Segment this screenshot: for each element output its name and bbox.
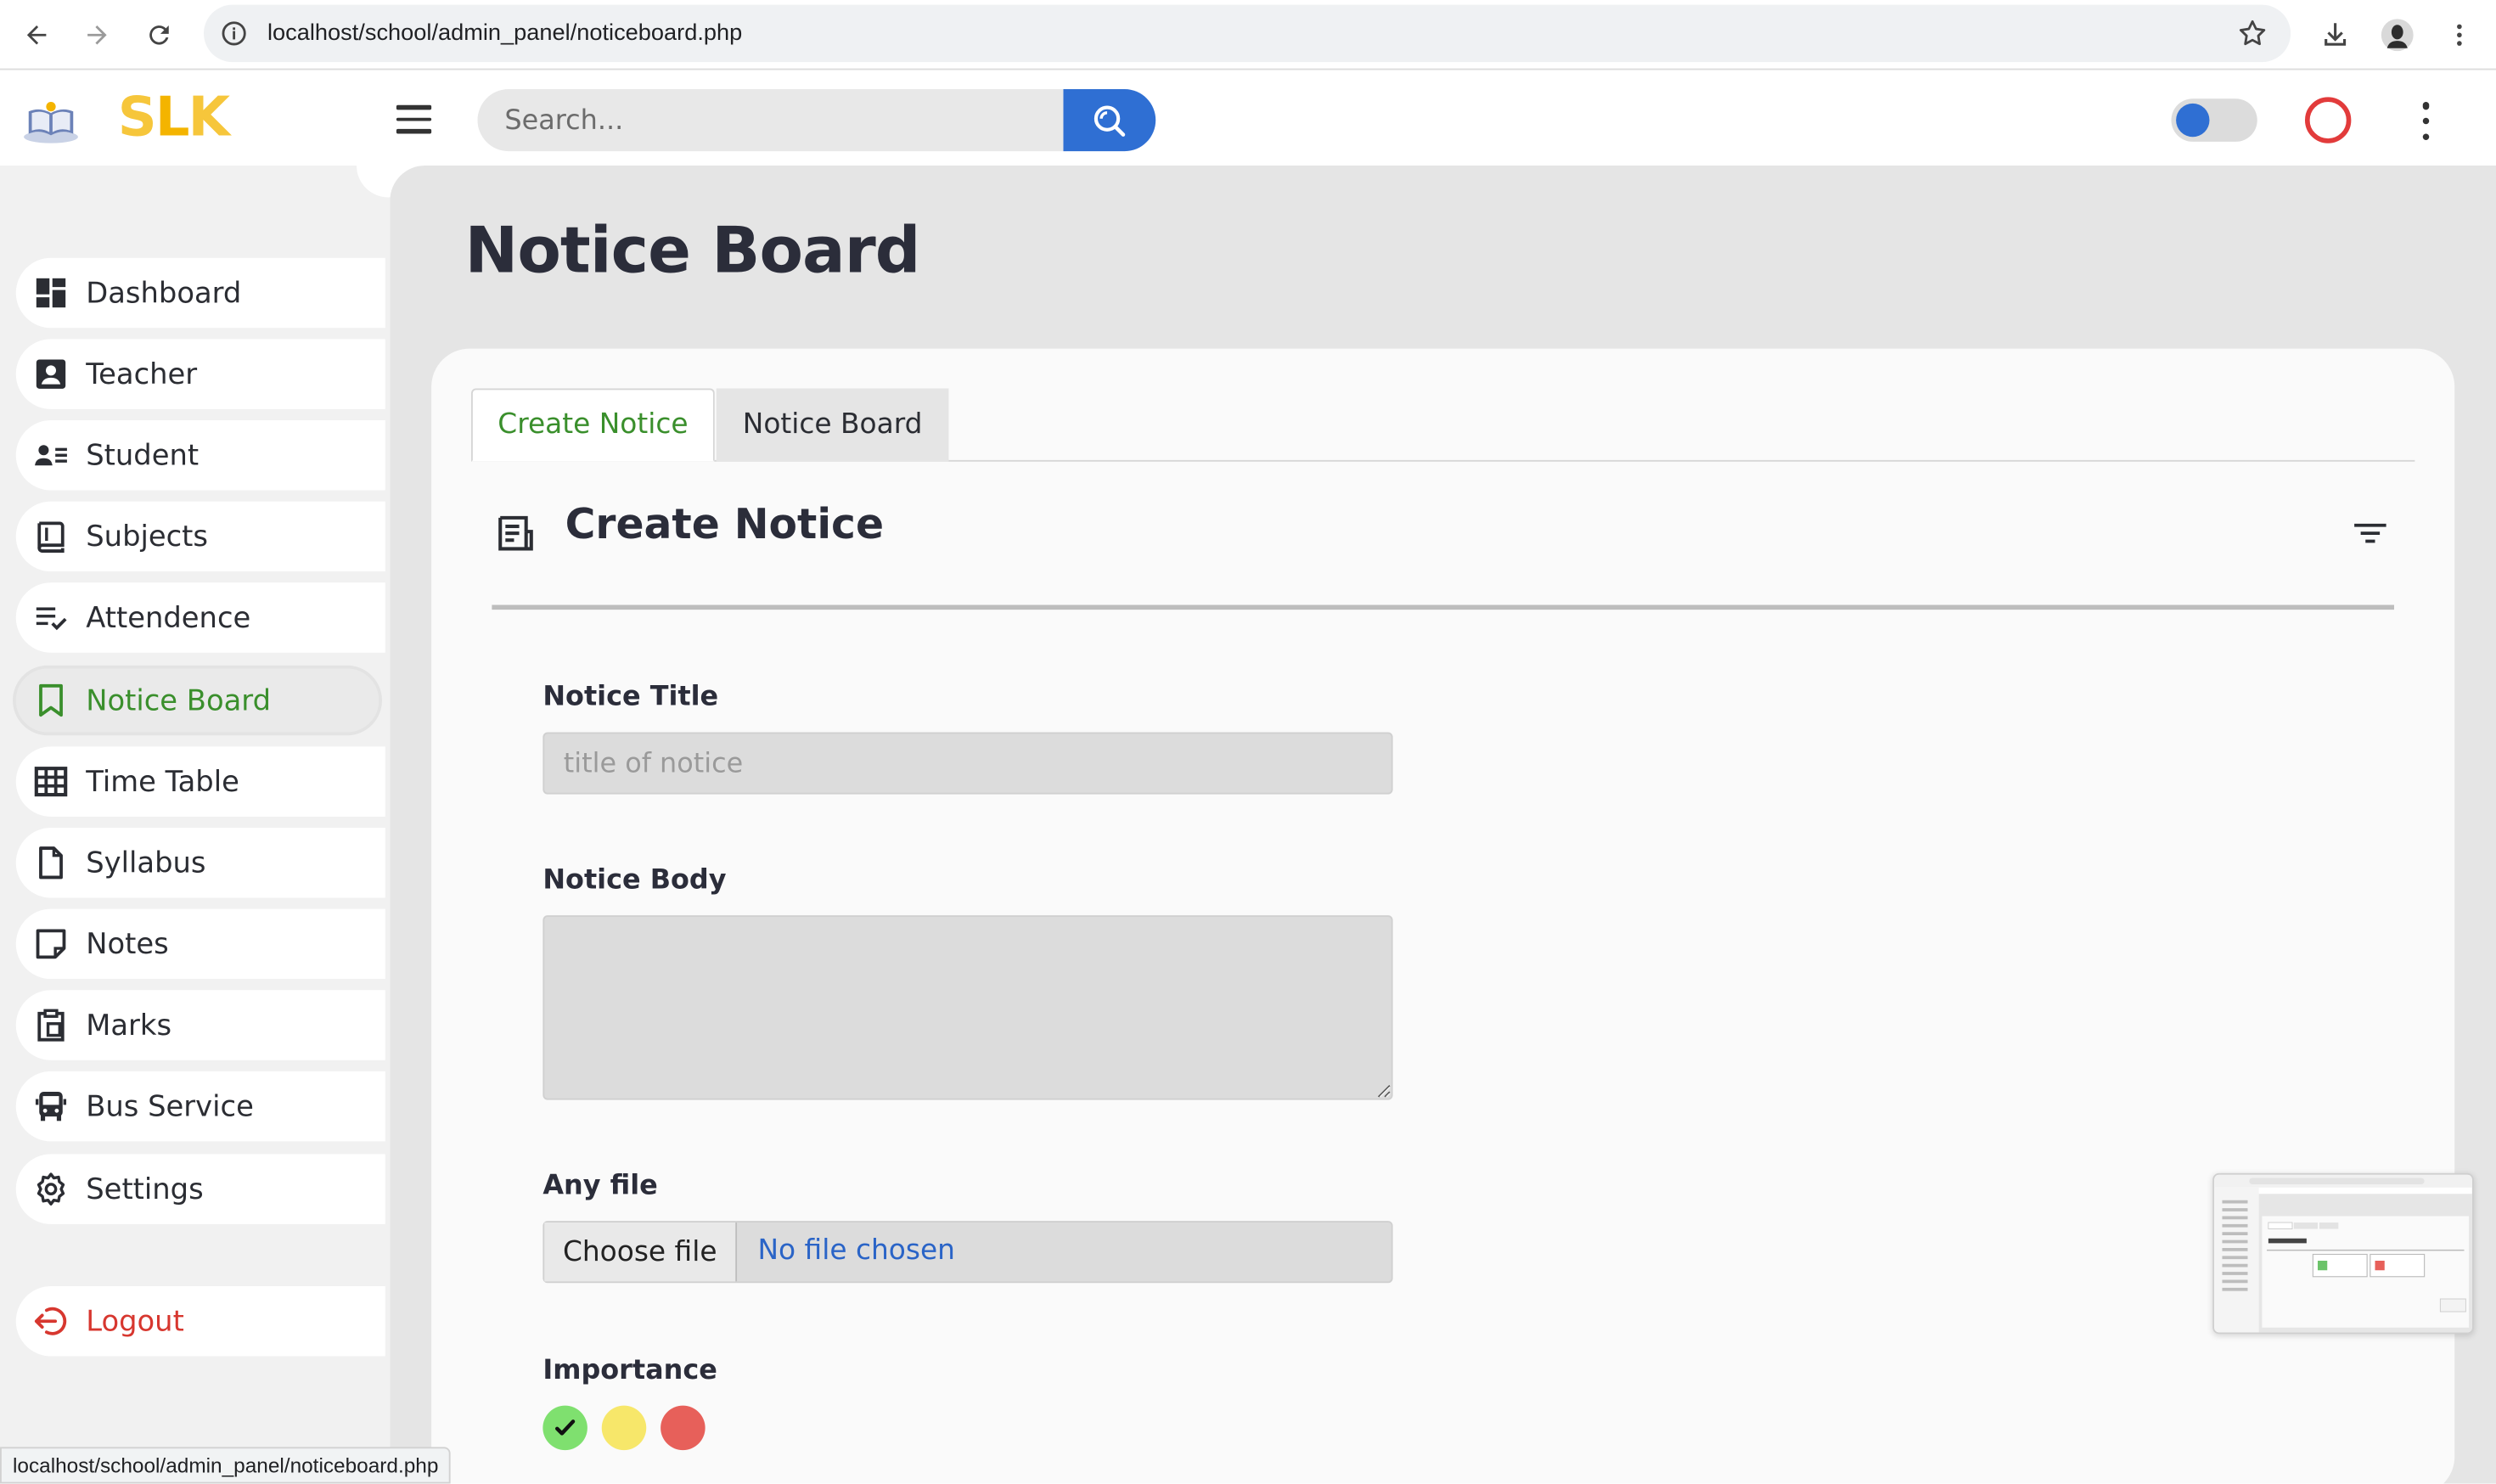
importance-medium-option[interactable] bbox=[601, 1405, 647, 1451]
document-icon bbox=[32, 844, 70, 882]
note-icon bbox=[32, 925, 70, 963]
sidebar-item-label: Attendence bbox=[86, 600, 251, 635]
sidebar-item-subjects[interactable]: Subjects bbox=[15, 501, 385, 572]
sidebar-item-attendence[interactable]: Attendence bbox=[15, 582, 385, 653]
sidebar-item-label: Bus Service bbox=[86, 1089, 254, 1123]
sidebar-item-time-table[interactable]: Time Table bbox=[15, 746, 385, 817]
browser-menu-icon[interactable] bbox=[2440, 16, 2478, 54]
profile-avatar[interactable] bbox=[2378, 16, 2416, 54]
notice-body-textarea[interactable] bbox=[542, 915, 1393, 1100]
sidebar-item-student[interactable]: Student bbox=[15, 420, 385, 491]
sidebar-item-marks[interactable]: Marks bbox=[15, 990, 385, 1060]
bus-icon bbox=[32, 1088, 70, 1126]
file-label: Any file bbox=[542, 1170, 658, 1202]
notice-title-label: Notice Title bbox=[542, 681, 719, 714]
status-bar-url: localhost/school/admin_panel/noticeboard… bbox=[0, 1447, 452, 1484]
school-logo-icon bbox=[22, 98, 80, 143]
importance-label: Importance bbox=[542, 1354, 717, 1387]
bookmark-icon bbox=[32, 682, 70, 720]
notification-ring-icon[interactable] bbox=[2305, 97, 2352, 143]
logout-icon bbox=[32, 1302, 70, 1341]
reload-icon[interactable] bbox=[140, 16, 178, 54]
table-icon bbox=[32, 762, 70, 801]
choose-file-button[interactable]: Choose file bbox=[544, 1223, 738, 1282]
sidebar-item-label: Time Table bbox=[86, 764, 239, 799]
sidebar-item-label: Syllabus bbox=[86, 846, 206, 880]
section-title: Create Notice bbox=[565, 501, 885, 549]
sidebar-item-notice-board[interactable]: Notice Board bbox=[13, 665, 382, 736]
search-icon bbox=[1093, 104, 1126, 136]
sidebar-item-syllabus[interactable]: Syllabus bbox=[15, 828, 385, 898]
site-info-icon[interactable] bbox=[220, 20, 249, 54]
importance-low-option[interactable] bbox=[542, 1405, 587, 1451]
back-arrow-icon[interactable] bbox=[18, 16, 56, 54]
browser-toolbar: localhost/school/admin_panel/noticeboard… bbox=[0, 0, 2496, 70]
importance-high-option[interactable] bbox=[661, 1405, 706, 1451]
more-options-icon[interactable] bbox=[2412, 102, 2441, 140]
checklist-icon bbox=[32, 599, 70, 637]
search-button[interactable] bbox=[1063, 89, 1156, 152]
notice-title-input[interactable] bbox=[542, 732, 1393, 795]
sidebar-item-label: Marks bbox=[86, 1008, 172, 1043]
dashboard-icon bbox=[32, 274, 70, 312]
gear-icon bbox=[32, 1170, 70, 1208]
sidebar-item-label: Notice Board bbox=[86, 683, 272, 717]
logout-button[interactable]: Logout bbox=[15, 1286, 385, 1357]
tab-notice-board[interactable]: Notice Board bbox=[716, 388, 949, 462]
bookmark-star-icon[interactable] bbox=[2236, 18, 2268, 56]
download-icon[interactable] bbox=[2316, 16, 2354, 54]
sidebar-item-label: Teacher bbox=[86, 357, 198, 391]
notice-body-label: Notice Body bbox=[542, 864, 727, 897]
filter-icon[interactable] bbox=[2353, 519, 2387, 548]
url-text: localhost/school/admin_panel/noticeboard… bbox=[267, 20, 743, 47]
book-icon bbox=[32, 517, 70, 555]
brand-logo-text: SLK bbox=[117, 86, 230, 150]
search-bar bbox=[477, 89, 1156, 152]
sidebar-item-settings[interactable]: Settings bbox=[15, 1154, 385, 1224]
student-icon bbox=[32, 436, 70, 475]
page-preview-thumbnail[interactable] bbox=[2212, 1172, 2474, 1335]
hamburger-menu-icon[interactable] bbox=[396, 104, 432, 134]
logout-label: Logout bbox=[86, 1304, 184, 1338]
sidebar-item-bus-service[interactable]: Bus Service bbox=[15, 1071, 385, 1142]
tab-bar: Create Notice Notice Board bbox=[471, 388, 2415, 462]
teacher-icon bbox=[32, 355, 70, 393]
search-input[interactable] bbox=[477, 89, 1067, 152]
sidebar-item-label: Notes bbox=[86, 927, 169, 961]
file-input[interactable]: Choose file No file chosen bbox=[542, 1221, 1393, 1284]
forward-arrow-icon[interactable] bbox=[78, 16, 116, 54]
page-title: Notice Board bbox=[464, 215, 921, 289]
theme-toggle[interactable] bbox=[2171, 98, 2257, 142]
notice-form-icon bbox=[495, 513, 537, 554]
sidebar-item-dashboard[interactable]: Dashboard bbox=[15, 257, 385, 329]
clipboard-icon bbox=[32, 1006, 70, 1044]
sidebar-item-notes[interactable]: Notes bbox=[15, 908, 385, 980]
sidebar-item-label: Settings bbox=[86, 1172, 204, 1206]
sidebar-item-teacher[interactable]: Teacher bbox=[15, 339, 385, 409]
address-bar[interactable]: localhost/school/admin_panel/noticeboard… bbox=[204, 4, 2291, 63]
checkmark-icon bbox=[555, 1419, 576, 1436]
tab-create-notice[interactable]: Create Notice bbox=[471, 388, 715, 462]
sidebar-item-label: Dashboard bbox=[86, 276, 242, 310]
section-divider bbox=[492, 604, 2394, 610]
sidebar-item-label: Student bbox=[86, 438, 200, 472]
sidebar-item-label: Subjects bbox=[86, 520, 209, 554]
file-status-text: No file chosen bbox=[757, 1235, 955, 1268]
